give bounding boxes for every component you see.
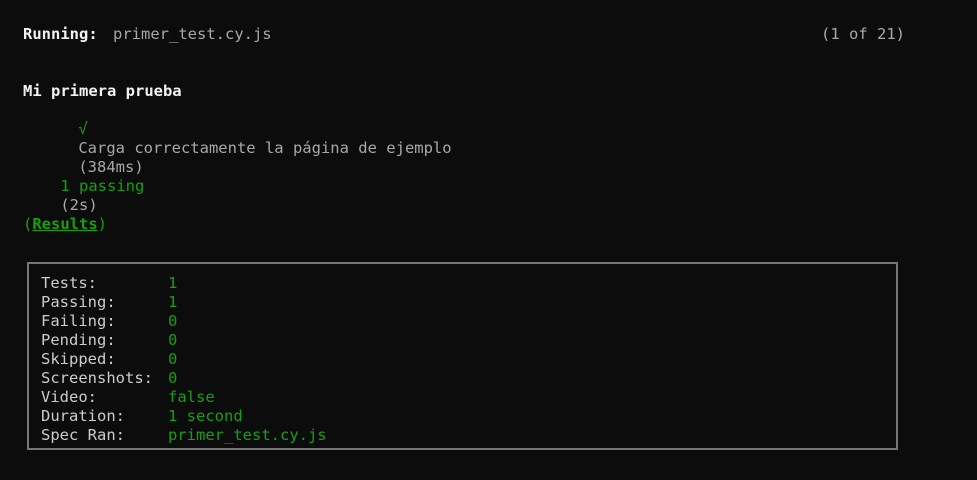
stat-value: 1 second — [168, 407, 243, 425]
stat-value: false — [168, 388, 215, 406]
stat-row-duration: Duration: 1 second — [41, 407, 327, 426]
passing-count: 1 passing — [60, 177, 145, 195]
results-close-paren: ) — [97, 215, 108, 233]
stat-row-skipped: Skipped: 0 — [41, 350, 327, 369]
stat-row-pending: Pending: 0 — [41, 331, 327, 350]
spec-counter: (1 of 21) — [821, 25, 905, 43]
running-label: Running: — [23, 25, 98, 43]
stat-row-passing: Passing: 1 — [41, 293, 327, 312]
stat-value: 0 — [168, 331, 178, 349]
stat-row-spec-ran: Spec Ran: primer_test.cy.js — [41, 426, 327, 445]
stat-label: Tests: — [41, 274, 97, 292]
stat-value: 1 — [168, 293, 178, 311]
running-spec-file: primer_test.cy.js — [113, 25, 272, 43]
results-stats: Tests: 1 Passing: 1 Failing: 0 Pending: 0 Sk… — [41, 274, 327, 445]
suite-title: Mi primera prueba — [23, 82, 182, 100]
stat-label: Skipped: — [41, 350, 116, 368]
stat-label: Spec Ran: — [41, 426, 125, 444]
stat-label: Pending: — [41, 331, 116, 349]
stat-label: Passing: — [41, 293, 116, 311]
stat-value: primer_test.cy.js — [168, 426, 327, 444]
results-heading: (Results) — [23, 215, 107, 234]
test-name: Carga correctamente la página de ejemplo — [78, 139, 452, 157]
results-open-paren: ( — [23, 215, 33, 233]
check-icon: √ — [78, 120, 88, 138]
stat-value: 0 — [168, 369, 178, 387]
stat-label: Failing: — [41, 312, 116, 330]
stat-value: 0 — [168, 350, 178, 368]
stat-row-video: Video: false — [41, 388, 327, 407]
results-label: Results — [32, 215, 98, 233]
stat-label: Video: — [41, 388, 97, 406]
stat-label: Duration: — [41, 407, 125, 425]
stat-value: 1 — [168, 274, 178, 292]
stat-row-failing: Failing: 0 — [41, 312, 327, 331]
stat-row-tests: Tests: 1 — [41, 274, 327, 293]
stat-label: Screenshots: — [41, 369, 153, 387]
terminal-window: Running: primer_test.cy.js (1 of 21) Mi … — [0, 0, 977, 480]
results-table: Tests: 1 Passing: 1 Failing: 0 Pending: 0 Sk… — [27, 262, 898, 450]
stat-value: 0 — [168, 312, 178, 330]
passing-time: (2s) — [60, 196, 98, 214]
stat-row-screenshots: Screenshots: 0 — [41, 369, 327, 388]
